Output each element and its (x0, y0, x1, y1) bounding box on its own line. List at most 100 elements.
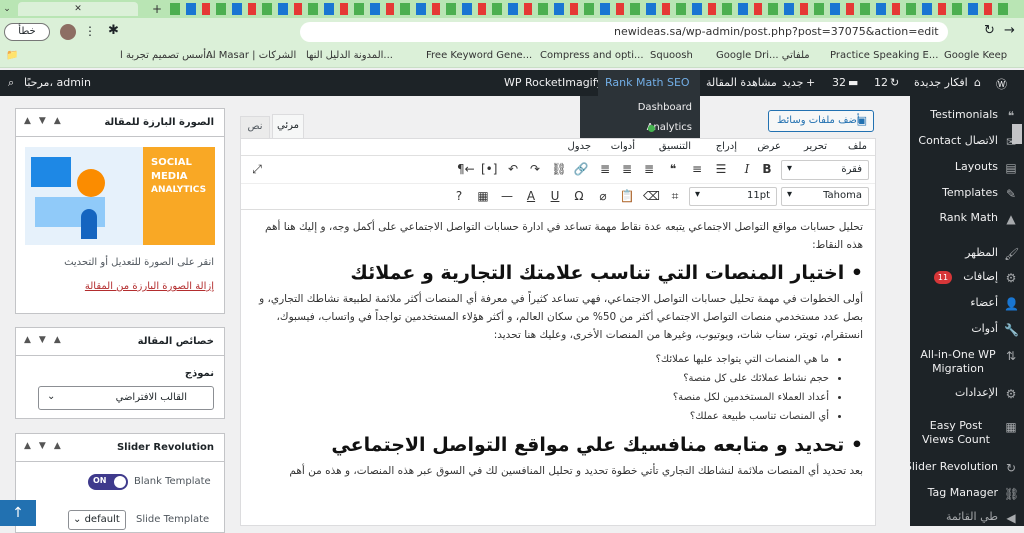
updates-count[interactable]: 12 (874, 76, 888, 89)
tab-favicons[interactable] (170, 3, 1010, 15)
scroll-top-button[interactable]: ↑ (0, 500, 36, 526)
sidebar-item-appearance[interactable]: المظهر (965, 246, 998, 259)
bookmarks-folder-icon[interactable]: 📁 (6, 50, 18, 61)
default-select[interactable]: ⌄ default (68, 510, 126, 530)
featured-image[interactable]: SOCIAL MEDIA ANALYTICS (25, 147, 215, 245)
extensions-icon[interactable]: ✱ (108, 23, 119, 38)
unlink-icon[interactable]: ⛓ (551, 162, 567, 176)
avatar[interactable] (60, 24, 76, 40)
bookmark-3[interactable]: المدونة الدليل النها... (306, 50, 393, 61)
menu-insert[interactable]: إدراج (716, 141, 737, 152)
redo-icon[interactable]: ↷ (527, 162, 543, 176)
error-badge[interactable]: خطأ (4, 23, 50, 41)
code-icon[interactable]: ⌗ (667, 189, 683, 204)
sidebar-item-settings[interactable]: الإعدادات (955, 386, 998, 399)
align-center-icon[interactable]: ≣ (619, 162, 635, 176)
sidebar-item-slider-revolution[interactable]: Slider Revolution (905, 460, 998, 473)
indent-icon[interactable]: [•] (481, 162, 497, 176)
dropdown-dashboard[interactable]: Dashboard (638, 102, 692, 113)
box-arrows-icon[interactable]: ▲▼▲ (24, 116, 69, 126)
tab-visual[interactable]: مرئي (272, 114, 304, 138)
sidebar-item-templates[interactable]: Templates (942, 186, 998, 199)
chevron-down-icon: ▾ (695, 189, 701, 200)
collapse-menu[interactable]: طي القائمة (946, 510, 998, 523)
font-size-select[interactable]: 11pt ▾ (689, 187, 777, 206)
box-arrows-icon[interactable]: ▲▼▲ (24, 335, 69, 345)
sidebar-item-testimonials[interactable]: Testimonials (930, 108, 998, 121)
comments-count[interactable]: 32 (832, 76, 846, 89)
menu-edit[interactable]: تحرير (804, 141, 827, 152)
menu-dots-icon[interactable]: ⋮ (84, 24, 96, 38)
sidebar-item-post-views[interactable]: Easy Post Views Count (914, 419, 998, 447)
featured-image-header[interactable]: الصورة البارزة للمقالة ▲▼▲ (16, 109, 224, 137)
search-icon[interactable]: ⌕ (8, 76, 14, 90)
reload-icon[interactable]: ↻ (984, 23, 995, 38)
menu-tools[interactable]: أدوات (611, 141, 635, 152)
bookmark-5[interactable]: Compress and opti... (540, 50, 644, 61)
menu-format[interactable]: التنسيق (659, 141, 691, 152)
bookmark-6[interactable]: Squoosh (650, 50, 693, 61)
slider-revolution-header[interactable]: Slider Revolution ▲▼▲ (16, 434, 224, 462)
box-arrows-icon[interactable]: ▲▼▲ (24, 441, 69, 451)
add-media-button[interactable]: أضف ملفات وسائط ▣ (768, 110, 874, 132)
bold-icon[interactable]: B (759, 162, 775, 176)
clear-format-icon[interactable]: ⌫ (643, 189, 660, 203)
site-name[interactable]: افكار جديدة (914, 76, 968, 89)
new-link[interactable]: جديد (782, 76, 803, 89)
font-select[interactable]: Tahoma ▾ (781, 187, 869, 206)
sidebar-item-migration[interactable]: All-in-One WP Migration (918, 348, 998, 376)
rank-math-seo-link[interactable]: Rank Math SEO (605, 76, 690, 89)
view-post-link[interactable]: مشاهدة المقالة (706, 76, 777, 89)
menu-view[interactable]: عرض (757, 141, 781, 152)
editor-content[interactable]: تحليل حسابات مواقع التواصل الاجتماعي يتب… (241, 210, 875, 488)
wp-rocket-link[interactable]: WP Rocket (504, 76, 562, 89)
sidebar-item-contact[interactable]: Contact الاتصال (918, 134, 998, 147)
post-attributes-header[interactable]: خصائص المقالة ▲▼▲ (16, 328, 224, 356)
blockquote-icon[interactable]: ❝ (665, 162, 681, 176)
bookmark-9[interactable]: Google Keep (944, 50, 1007, 61)
tab-list-icon[interactable]: ⌄ (0, 2, 14, 16)
link-icon[interactable]: 🔗 (573, 162, 589, 176)
menu-file[interactable]: ملف (848, 141, 867, 152)
sidebar-item-users[interactable]: أعضاء (970, 296, 998, 309)
bullet-list-icon[interactable]: ☰ (713, 162, 729, 176)
text-color-icon[interactable]: A (523, 189, 539, 203)
active-tab[interactable]: ✕ (18, 2, 138, 16)
sidebar-item-rank-math[interactable]: Rank Math (940, 211, 999, 224)
tab-text[interactable]: نص (240, 116, 270, 138)
sidebar-item-layouts[interactable]: Layouts (955, 160, 998, 173)
menu-table[interactable]: جدول (567, 141, 591, 152)
numbered-list-icon[interactable]: ≡ (689, 162, 705, 176)
table-icon[interactable]: ▦ (475, 189, 491, 203)
bookmark-7[interactable]: Google Dri... ملفاتي (716, 50, 810, 61)
remove-featured-image-link[interactable]: إزالة الصورة البارزة من المقالة (85, 281, 214, 292)
forward-icon[interactable]: → (1004, 23, 1015, 38)
wordpress-logo-icon[interactable]: Ⓦ (996, 76, 1007, 92)
undo-icon[interactable]: ↶ (505, 162, 521, 176)
italic-icon[interactable]: I (739, 162, 755, 176)
paste-text-icon[interactable]: 📋 (619, 189, 635, 203)
sidebar-item-plugins[interactable]: إضافات (963, 270, 998, 283)
bookmark-1[interactable]: أسس تصميم تجربة ا... (120, 50, 216, 61)
page-scrollbar[interactable] (1012, 124, 1022, 144)
fullscreen-icon[interactable]: ⤢ (249, 162, 265, 177)
template-select[interactable]: القالب الافتراضي ⌄ (38, 386, 214, 410)
sidebar-item-tools[interactable]: أدوات (971, 322, 998, 335)
new-tab-icon[interactable]: + (150, 2, 164, 16)
sidebar-item-tag-manager[interactable]: Tag Manager (928, 486, 998, 499)
format-select[interactable]: فقرة ▾ (781, 160, 869, 180)
admin-greeting[interactable]: مرحبًا، admin (24, 76, 91, 89)
bookmark-8[interactable]: Practice Speaking E... (830, 50, 938, 61)
omega-icon[interactable]: Ω (571, 189, 587, 203)
imagify-link[interactable]: Imagify (562, 76, 603, 89)
align-left-icon[interactable]: ≣ (641, 162, 657, 176)
underline-icon[interactable]: U (547, 189, 563, 203)
hr-icon[interactable]: — (499, 189, 515, 203)
rtl-icon[interactable]: ¶← (457, 162, 475, 176)
blank-template-toggle[interactable]: ON (88, 474, 128, 490)
bookmark-4[interactable]: Free Keyword Gene... (426, 50, 532, 61)
help-icon[interactable]: ? (451, 189, 467, 203)
bookmark-2[interactable]: Al Masar | الشركات (206, 50, 296, 61)
align-right-icon[interactable]: ≣ (597, 162, 613, 176)
eraser-icon[interactable]: ⌀ (595, 189, 611, 203)
